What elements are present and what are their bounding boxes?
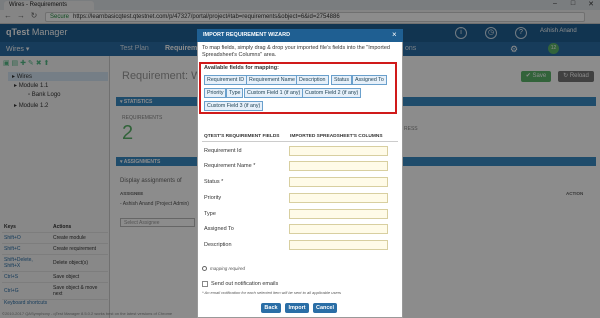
modal-header: IMPORT REQUIREMENT WIZARD [197, 29, 403, 42]
cancel-button[interactable]: Cancel [313, 303, 337, 313]
drop-zone-requirement-name[interactable] [289, 161, 388, 171]
mapping-row-label: Priority [204, 195, 222, 201]
mapping-required-label: mapping required [210, 266, 246, 271]
drop-zone-requirement-id[interactable] [289, 146, 388, 156]
mapping-row-label: Requirement Id [204, 148, 242, 154]
field-chip[interactable]: Priority [204, 88, 227, 98]
mapping-row-label: Assigned To [204, 226, 234, 232]
modal-title: IMPORT REQUIREMENT WIZARD [203, 32, 291, 38]
divider [202, 141, 398, 142]
notification-note: * An email notification for each selecte… [202, 290, 342, 295]
back-button[interactable]: Back [261, 303, 281, 313]
mapping-row-label: Requirement Name * [204, 163, 256, 169]
drop-zone-status[interactable] [289, 177, 388, 187]
field-chip[interactable]: Type [226, 88, 244, 98]
field-chip[interactable]: Requirement Name [246, 75, 298, 85]
mapping-row-label: Description [204, 242, 232, 248]
import-button[interactable]: Import [285, 303, 309, 313]
field-chip[interactable]: Status [331, 75, 353, 85]
mapping-row-label: Type [204, 211, 216, 217]
field-chip[interactable]: Requirement ID [204, 75, 248, 85]
send-notification-label: Send out notification emails [211, 281, 279, 287]
spreadsheet-columns-header: IMPORTED SPREADSHEET'S COLUMNS [290, 134, 383, 139]
mapping-row-label: Status * [204, 179, 224, 185]
send-notification-checkbox[interactable] [202, 281, 208, 287]
field-chip[interactable]: Description [296, 75, 329, 85]
field-chip[interactable]: Custom Field 1 (if any) [244, 88, 304, 98]
close-icon[interactable]: × [392, 30, 397, 39]
drop-zone-type[interactable] [289, 209, 388, 219]
drop-zone-description[interactable] [289, 240, 388, 250]
available-fields-label: Available fields for mapping: [204, 65, 279, 71]
drop-zone-assigned-to[interactable] [289, 224, 388, 234]
field-chip[interactable]: Assigned To [352, 75, 387, 85]
field-chip[interactable]: Custom Field 2 (if any) [302, 88, 362, 98]
drop-zone-priority[interactable] [289, 193, 388, 203]
mapping-required-icon [202, 266, 207, 271]
modal-instruction: To map fields, simply drag & drop your i… [202, 45, 390, 58]
field-chip[interactable]: Custom Field 3 (if any) [204, 101, 264, 111]
qtest-fields-header: QTEST'S REQUIREMENT FIELDS [204, 134, 280, 139]
